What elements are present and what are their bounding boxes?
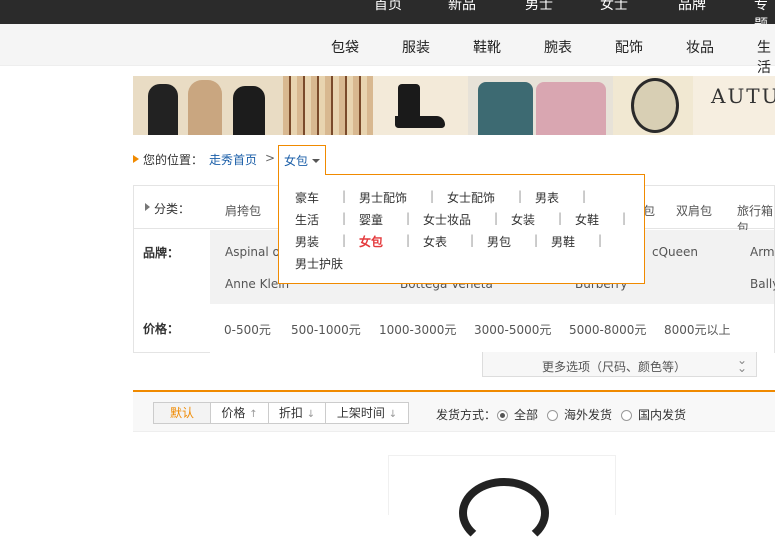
arrow-down-icon: ↓ [306,409,316,420]
sort-new-label: 上架时间 [336,406,385,420]
category-nav: 包袋 服装 鞋靴 腕表 配饰 妆品 生活 [0,24,775,76]
dropdown-item[interactable]: 女表 [423,233,447,250]
category-clothing[interactable]: 服装 [402,37,430,57]
filter-category-item[interactable]: 双肩包 [676,202,712,219]
category-life[interactable]: 生活 [757,37,775,77]
filter-brand-item[interactable]: Aspinal of [225,245,284,259]
category-cosmetics[interactable]: 妆品 [686,37,714,57]
top-nav-home[interactable]: 首页 [374,0,402,14]
shipping-radio-domestic[interactable] [621,410,632,421]
category-shoes[interactable]: 鞋靴 [473,37,501,57]
dropdown-item[interactable]: 男士护肤 [295,255,343,272]
top-nav: 首页 新品 男士 女士 品牌 专题 [0,0,775,33]
double-chevron-down-icon: ⌄ ⌄ [737,353,748,375]
sort-default-button[interactable]: 默认 [153,402,211,424]
caret-right-icon [145,203,150,211]
banner-models-image [133,76,283,135]
dropdown-item[interactable]: 男包 [487,233,511,250]
filter-category-label: 分类： [154,202,191,216]
product-bag-image [459,478,549,548]
dropdown-item[interactable]: 生活 [295,211,319,228]
shipping-radio-overseas[interactable] [547,410,558,421]
category-watches[interactable]: 腕表 [544,37,572,57]
banner-cosmetics-image [613,76,693,135]
dropdown-item[interactable]: 女装 [511,211,535,228]
category-dropdown-trigger[interactable]: 女包 [278,145,326,175]
arrow-up-icon: ↑ [249,409,258,420]
more-options-label: 更多选项（尺码、颜色等） [542,360,687,374]
dropdown-item-active[interactable]: 女包 [359,233,383,250]
filter-brand-label: 品牌： [143,246,180,260]
shipping-label: 发货方式： [436,408,497,422]
dropdown-item[interactable]: 女士配饰 [447,189,495,206]
filter-brand-item[interactable]: Arma [750,245,775,259]
sort-bar: 默认 价格 ↑ 折扣 ↓ 上架时间 ↓ 发货方式： 全部 海外发货 国内发货 [133,390,775,432]
breadcrumb-label: 您的位置： [143,153,204,167]
filter-brand-item[interactable]: Bally [750,277,775,291]
category-dropdown-menu: 豪车 | 男士配饰 | 女士配饰 | 男表 | 生活 | 婴童 | 女士妆品 |… [278,174,645,284]
category-accessories[interactable]: 配饰 [615,37,643,57]
filter-row-price: 价格： 0-500元 500-1000元 1000-3000元 3000-500… [134,305,774,353]
banner-scarf-image [283,76,373,135]
filter-price-item[interactable]: 3000-5000元 [474,321,551,338]
dropdown-item[interactable]: 豪车 [295,189,319,206]
sort-discount-label: 折扣 [278,406,303,420]
promo-banner[interactable]: AUTUM [133,76,775,135]
chevron-down-icon [312,159,320,163]
dropdown-item[interactable]: 男装 [295,233,319,250]
dropdown-item[interactable]: 男表 [535,189,559,206]
filter-price-item[interactable]: 5000-8000元 [569,321,646,338]
sort-price-button[interactable]: 价格 ↑ [210,402,269,424]
top-nav-new[interactable]: 新品 [448,0,476,14]
filter-price-item[interactable]: 1000-3000元 [379,321,456,338]
sort-new-button[interactable]: 上架时间 ↓ [325,402,409,424]
breadcrumb-current: 女包 [284,154,309,168]
shipping-option-all[interactable]: 全部 [514,406,538,423]
breadcrumb-separator-icon: > [265,151,276,165]
banner-shirts-image [468,76,613,135]
dropdown-item[interactable]: 婴童 [359,211,383,228]
filter-price-item[interactable]: 8000元以上 [664,321,731,338]
top-nav-women[interactable]: 女士 [600,0,628,14]
filter-category-item[interactable]: 肩挎包 [225,202,261,219]
category-bags[interactable]: 包袋 [331,37,359,57]
filter-brand-item[interactable]: cQueen [652,245,698,259]
top-nav-men[interactable]: 男士 [525,0,553,14]
filter-price-item[interactable]: 500-1000元 [291,321,361,338]
breadcrumb-arrow-icon [133,155,139,163]
shipping-radio-all[interactable] [497,410,508,421]
breadcrumb-home-link[interactable]: 走秀首页 [209,151,257,168]
product-card[interactable] [388,455,616,548]
sort-discount-button[interactable]: 折扣 ↓ [268,402,326,424]
dropdown-item[interactable]: 女鞋 [575,211,599,228]
banner-boot-image [373,76,468,135]
dropdown-item[interactable]: 女士妆品 [423,211,471,228]
arrow-down-icon: ↓ [388,409,398,420]
banner-text: AUTUM [711,84,775,108]
shipping-option-domestic[interactable]: 国内发货 [638,406,686,423]
filter-price-label: 价格： [143,322,180,336]
sort-default-label: 默认 [169,406,194,420]
shipping-option-overseas[interactable]: 海外发货 [564,406,612,423]
dropdown-item[interactable]: 男鞋 [551,233,575,250]
top-nav-brand[interactable]: 品牌 [678,0,706,14]
filter-price-item[interactable]: 0-500元 [224,321,271,338]
dropdown-item[interactable]: 男士配饰 [359,189,407,206]
sort-price-label: 价格 [221,406,246,420]
more-options-button[interactable]: 更多选项（尺码、颜色等） ⌄ ⌄ [482,352,757,377]
